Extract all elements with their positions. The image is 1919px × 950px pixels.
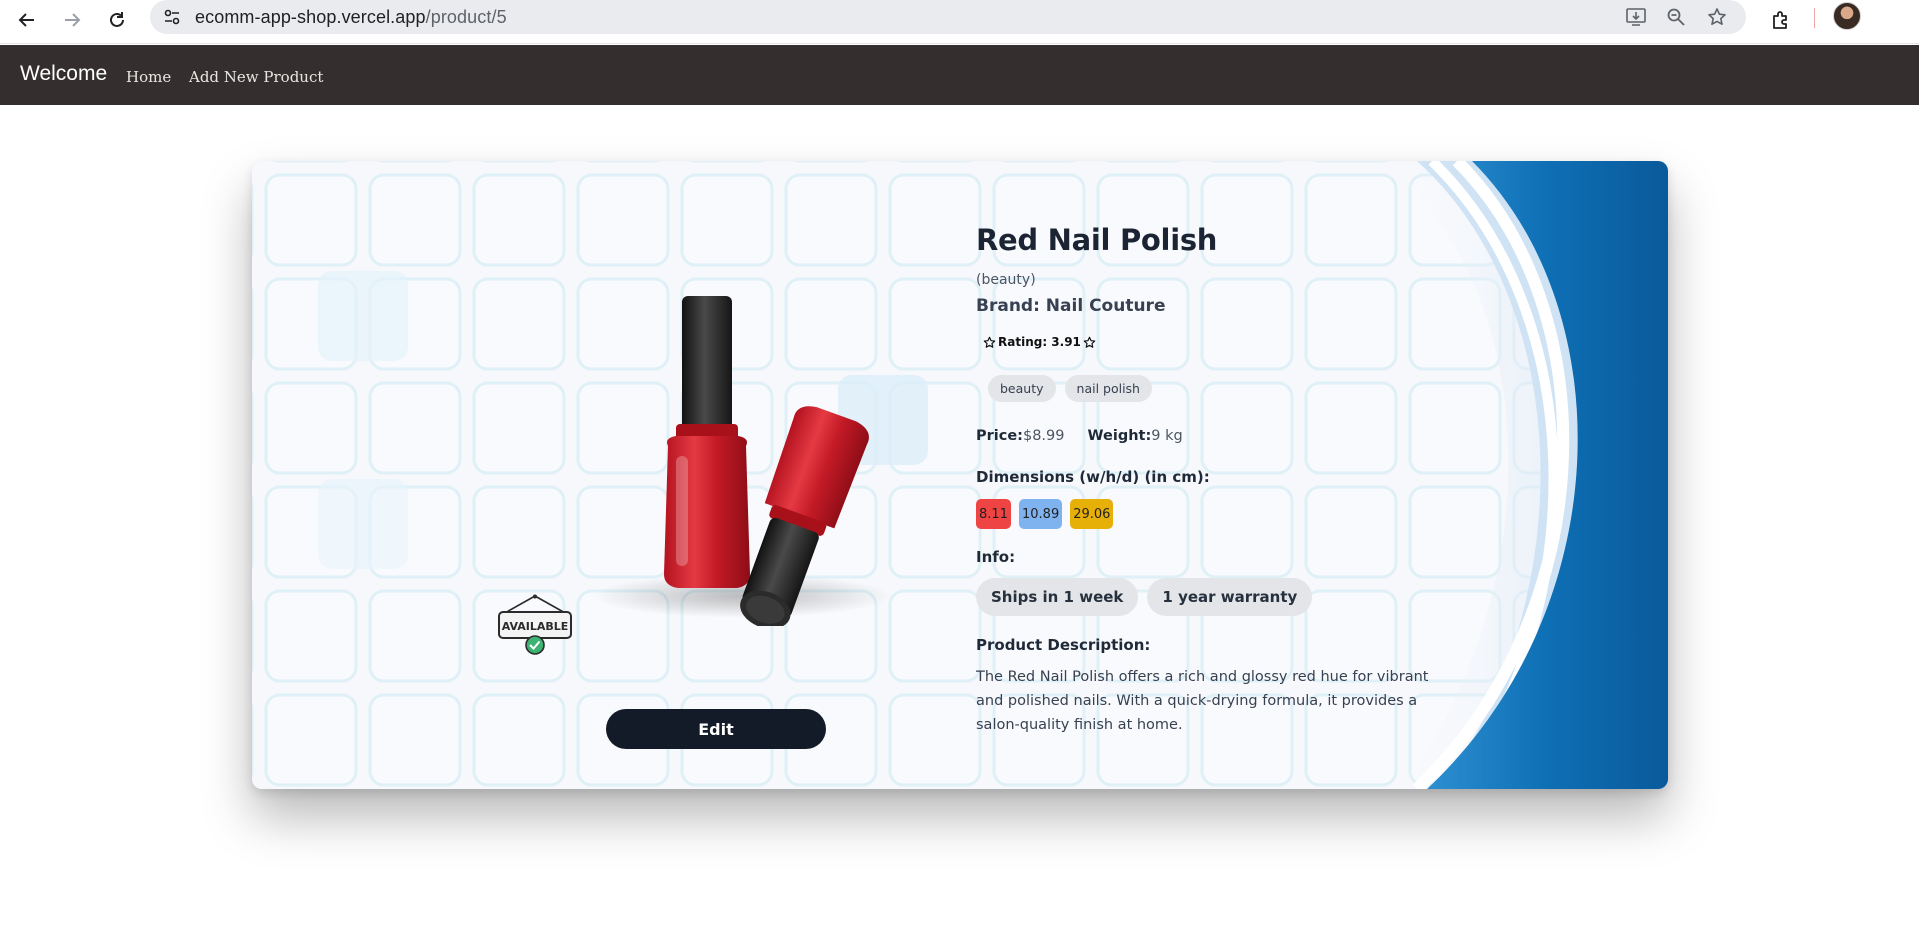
product-rating: Rating: 3.91 [983, 335, 1096, 349]
description-label: Product Description: [976, 636, 1151, 654]
forward-arrow-icon[interactable] [56, 4, 88, 36]
browser-toolbar: ecomm-app-shop.vercel.app/product/5 [0, 0, 1919, 44]
navbar-brand[interactable]: Welcome [20, 62, 107, 86]
back-arrow-icon[interactable] [11, 4, 43, 36]
nav-link-home[interactable]: Home [126, 68, 171, 86]
bookmark-star-icon[interactable] [1703, 4, 1731, 30]
price-label: Price: [976, 428, 1023, 444]
app-navbar: Welcome Home Add New Product [0, 45, 1919, 105]
dimension-width: 8.11 [976, 499, 1011, 529]
url-host: ecomm-app-shop.vercel.app [195, 7, 426, 27]
price-weight-line: Price:$8.99 Weight:9 kg [976, 428, 1183, 444]
dimensions-label: Dimensions (w/h/d) (in cm): [976, 468, 1210, 486]
rating-text: Rating: 3.91 [998, 335, 1081, 349]
address-bar[interactable]: ecomm-app-shop.vercel.app/product/5 [150, 0, 1746, 34]
toolbar-divider [1814, 8, 1815, 28]
url-text: ecomm-app-shop.vercel.app/product/5 [195, 7, 507, 28]
product-card: AVAILABLE Edit Red Nail Polish (beauty) … [252, 161, 1668, 789]
weight-label: Weight: [1087, 428, 1152, 444]
dimension-height: 10.89 [1019, 499, 1063, 529]
product-image [592, 296, 892, 626]
reload-icon[interactable] [101, 4, 133, 36]
product-title: Red Nail Polish [976, 223, 1218, 257]
available-badge: AVAILABLE [498, 594, 572, 655]
tag-beauty[interactable]: beauty [988, 375, 1056, 402]
dimension-depth: 29.06 [1070, 499, 1114, 529]
info-chip-shipping: Ships in 1 week [976, 578, 1139, 616]
card-background [252, 161, 1668, 789]
tag-nail-polish[interactable]: nail polish [1064, 375, 1152, 402]
price-value: $8.99 [1022, 428, 1065, 444]
info-chip-warranty: 1 year warranty [1147, 578, 1313, 616]
extensions-icon[interactable] [1765, 4, 1797, 36]
product-description: The Red Nail Polish offers a rich and gl… [976, 669, 1429, 733]
install-app-icon[interactable] [1622, 4, 1650, 30]
star-icon [983, 336, 996, 348]
site-settings-icon[interactable] [160, 5, 184, 29]
star-icon [1083, 336, 1096, 348]
weight-value: 9 kg [1151, 428, 1183, 444]
available-badge-text: AVAILABLE [502, 620, 569, 633]
info-label: Info: [976, 548, 1016, 566]
product-brand: Brand: Nail Couture [976, 296, 1166, 316]
product-tags: beauty nail polish [988, 375, 1152, 402]
info-chips: Ships in 1 week 1 year warranty [976, 578, 1313, 616]
profile-avatar[interactable] [1833, 2, 1861, 30]
dimensions-values: 8.11 10.89 29.06 [976, 499, 1114, 529]
edit-button[interactable]: Edit [606, 709, 826, 749]
nav-link-add-new-product[interactable]: Add New Product [189, 68, 323, 86]
zoom-icon[interactable] [1662, 4, 1690, 30]
product-category: (beauty) [976, 272, 1036, 288]
url-path: /product/5 [425, 7, 507, 27]
